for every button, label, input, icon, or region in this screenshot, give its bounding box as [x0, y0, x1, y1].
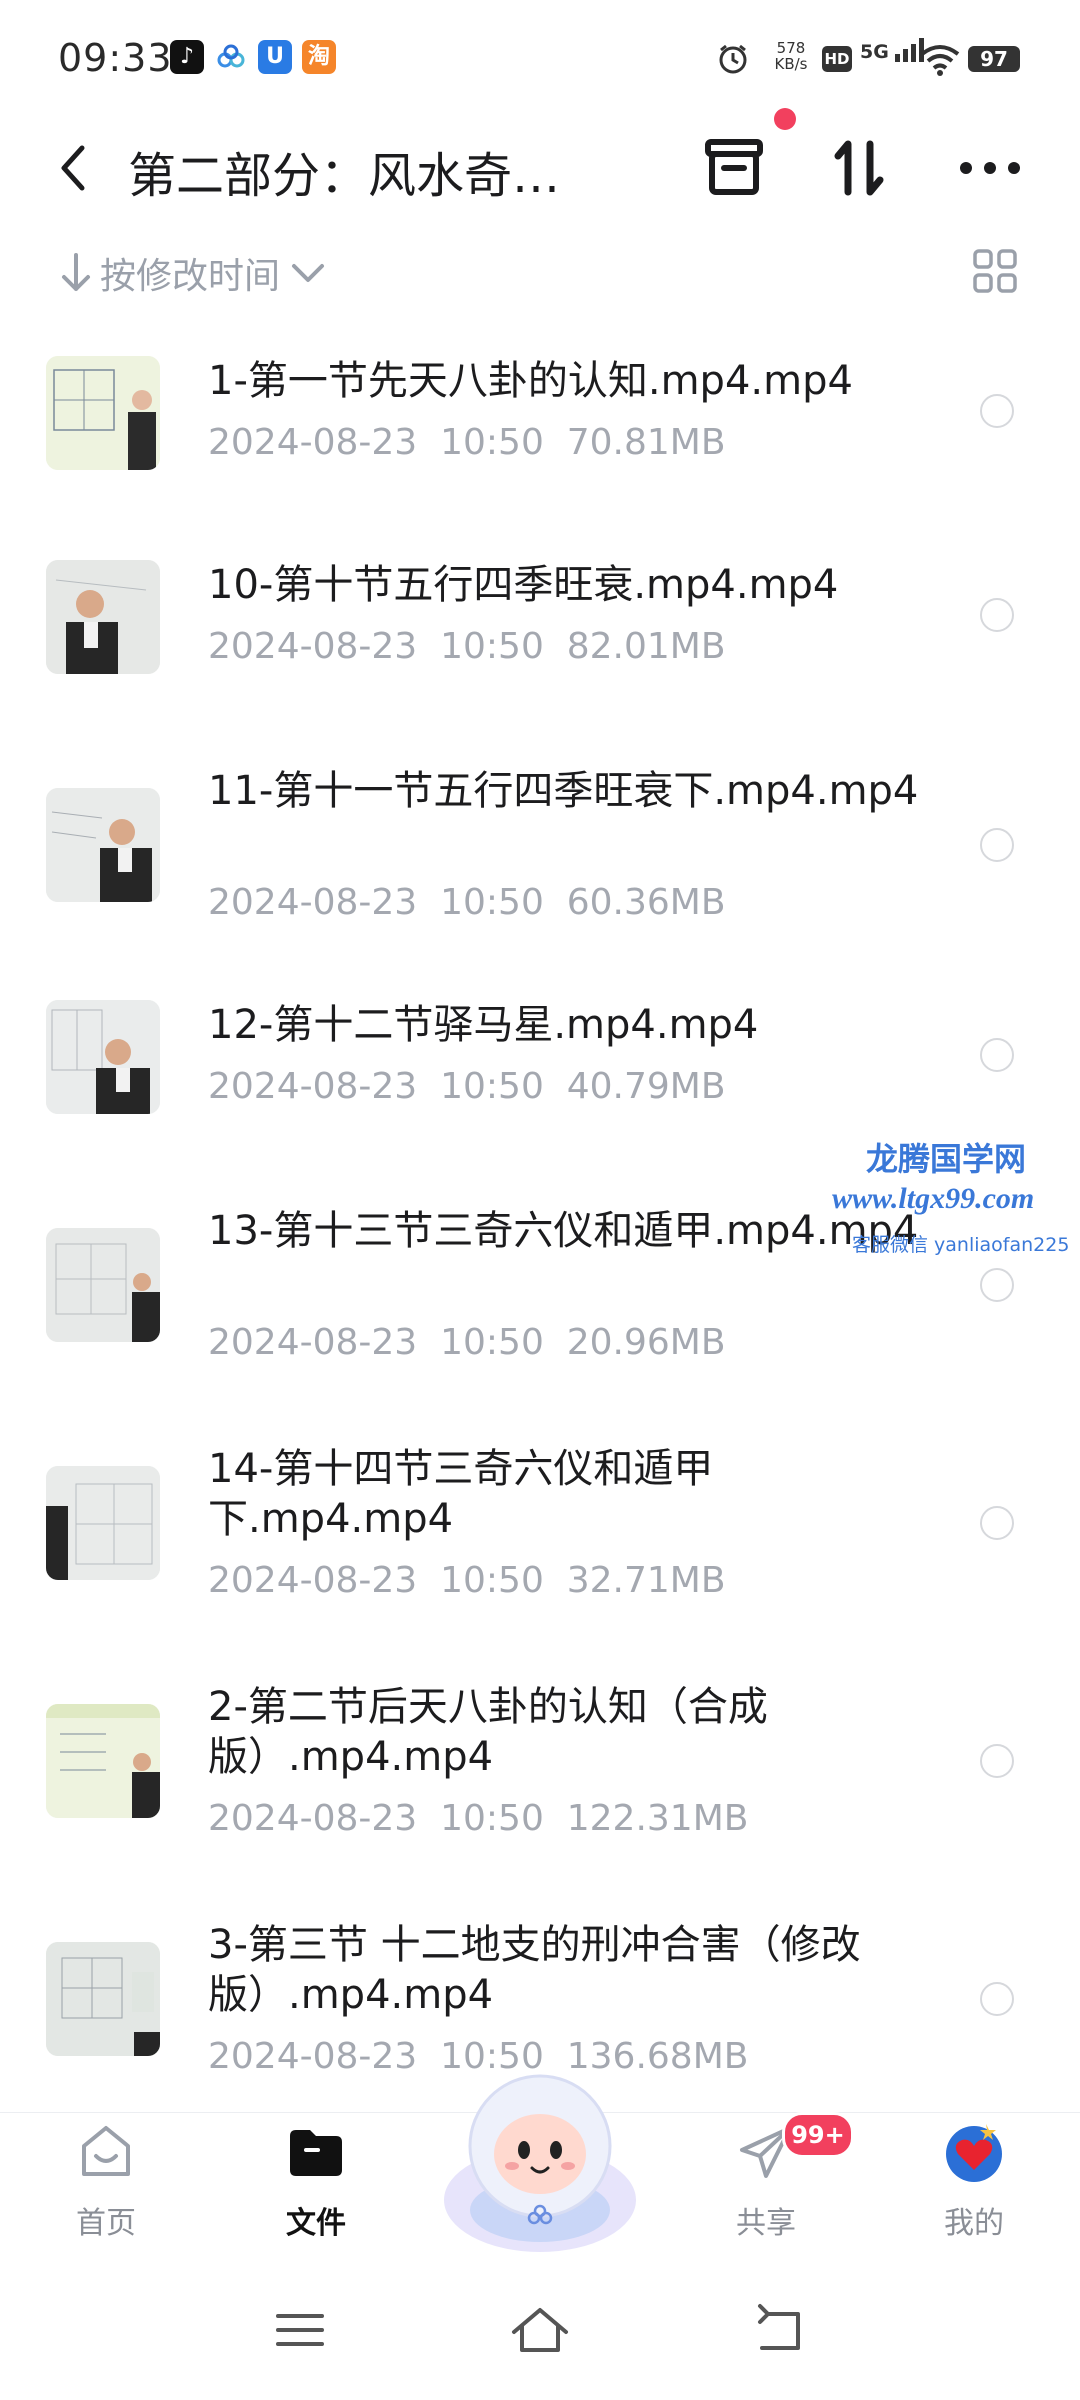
file-name: 12-第十二节驿马星.mp4.mp4: [208, 1002, 759, 1048]
chevron-down-icon: [292, 264, 325, 282]
more-icon[interactable]: [950, 128, 1030, 208]
file-name: 3-第三节 十二地支的刑冲合害（修改版）.mp4.mp4: [208, 1922, 861, 2018]
network-speed: 578 KB/s: [774, 39, 808, 73]
taobao-icon: 淘: [302, 40, 336, 74]
video-thumbnail: [46, 1228, 160, 1342]
select-radio[interactable]: [980, 394, 1014, 428]
select-radio[interactable]: [980, 1506, 1014, 1540]
status-time: 09:33: [58, 36, 173, 80]
file-row[interactable]: 13-第十三节三奇六仪和遁甲.mp4.mp4 2024-08-23 10:50 …: [0, 1196, 1080, 1396]
cloud-icon: [214, 40, 248, 74]
tab-files[interactable]: 文件: [246, 2120, 386, 2242]
file-name: 11-第十一节五行四季旺衰下.mp4.mp4: [208, 768, 919, 814]
tab-home[interactable]: 首页: [36, 2120, 176, 2242]
menu-icon[interactable]: [270, 2300, 330, 2360]
status-bar: 09:33 ♪ U 淘 578 KB/s HD 5G 97: [0, 0, 1080, 110]
file-row[interactable]: 1-第一节先天八卦的认知.mp4.mp4 2024-08-23 10:50 70…: [0, 340, 1080, 490]
file-name: 2-第二节后天八卦的认知（合成版）.mp4.mp4: [208, 1684, 768, 1780]
video-thumbnail: [46, 356, 160, 470]
file-row[interactable]: 11-第十一节五行四季旺衰下.mp4.mp4 2024-08-23 10:50 …: [0, 760, 1080, 960]
tab-share-label: 共享: [736, 2206, 796, 2241]
video-thumbnail: [46, 560, 160, 674]
file-name: 1-第一节先天八卦的认知.mp4.mp4: [208, 358, 853, 404]
hd-icon: HD: [822, 46, 852, 72]
file-meta: 2024-08-23 10:50 20.96MB: [208, 1322, 726, 1363]
arrow-down-icon: [62, 253, 90, 291]
alarm-icon: [719, 44, 747, 74]
file-row[interactable]: 14-第十四节三奇六仪和遁甲下.mp4.mp4 2024-08-23 10:50…: [0, 1434, 1080, 1634]
notification-dot: [774, 108, 796, 130]
page-title: 第二部分：风水奇…: [128, 148, 561, 204]
file-row[interactable]: 2-第二节后天八卦的认知（合成版）.mp4.mp4 2024-08-23 10:…: [0, 1672, 1080, 1872]
select-radio[interactable]: [980, 598, 1014, 632]
file-meta: 2024-08-23 10:50 70.81MB: [208, 422, 726, 463]
signal-5g-icon: 5G: [860, 38, 925, 63]
file-row[interactable]: 12-第十二节驿马星.mp4.mp4 2024-08-23 10:50 40.7…: [0, 984, 1080, 1134]
share-badge: 99+: [782, 2112, 854, 2158]
select-radio[interactable]: [980, 1038, 1014, 1072]
assistant-mascot-icon[interactable]: [430, 2050, 650, 2270]
select-radio[interactable]: [980, 1744, 1014, 1778]
file-meta: 2024-08-23 10:50 32.71MB: [208, 1560, 726, 1601]
tab-mine-label: 我的: [944, 2206, 1004, 2241]
folder-icon: [290, 2130, 342, 2176]
sort-selector[interactable]: 按修改时间: [58, 248, 328, 298]
file-meta: 2024-08-23 10:50 82.01MB: [208, 626, 726, 667]
file-row[interactable]: 10-第十节五行四季旺衰.mp4.mp4 2024-08-23 10:50 82…: [0, 544, 1080, 694]
battery-icon: 97: [968, 46, 1020, 72]
tab-mine[interactable]: 我的: [904, 2120, 1044, 2242]
watermark-url: www.ltgx99.com: [832, 1182, 1035, 1215]
grid-view-icon[interactable]: [972, 248, 1018, 294]
transfer-box-icon[interactable]: [694, 128, 774, 208]
wifi-icon: [920, 45, 960, 76]
watermark-title: 龙腾国学网: [866, 1140, 1027, 1178]
back-nav-icon[interactable]: [750, 2300, 810, 2360]
home-icon[interactable]: [510, 2300, 570, 2360]
avatar: [946, 2124, 1002, 2182]
tab-home-label: 首页: [76, 2206, 136, 2241]
video-thumbnail: [46, 1942, 160, 2056]
video-thumbnail: [46, 1000, 160, 1114]
tab-files-label: 文件: [286, 2206, 346, 2241]
select-radio[interactable]: [980, 828, 1014, 862]
file-name: 13-第十三节三奇六仪和遁甲.mp4.mp4: [208, 1208, 919, 1254]
shield-icon: U: [258, 40, 292, 74]
tiktok-icon: ♪: [170, 40, 204, 74]
video-thumbnail: [46, 1466, 160, 1580]
file-meta: 2024-08-23 10:50 122.31MB: [208, 1798, 749, 1839]
file-meta: 2024-08-23 10:50 40.79MB: [208, 1066, 726, 1107]
file-name: 10-第十节五行四季旺衰.mp4.mp4: [208, 562, 839, 608]
back-button[interactable]: [48, 138, 98, 198]
watermark-contact: 客服微信 yanliaofan225: [852, 1234, 1070, 1256]
video-thumbnail: [46, 788, 160, 902]
select-radio[interactable]: [980, 1268, 1014, 1302]
file-name: 14-第十四节三奇六仪和遁甲下.mp4.mp4: [208, 1446, 714, 1542]
sort-arrows-icon[interactable]: [820, 128, 900, 208]
select-radio[interactable]: [980, 1982, 1014, 2016]
sort-label: 按修改时间: [100, 256, 281, 297]
video-thumbnail: [46, 1704, 160, 1818]
home-face-icon: [82, 2126, 130, 2176]
file-meta: 2024-08-23 10:50 60.36MB: [208, 882, 726, 923]
